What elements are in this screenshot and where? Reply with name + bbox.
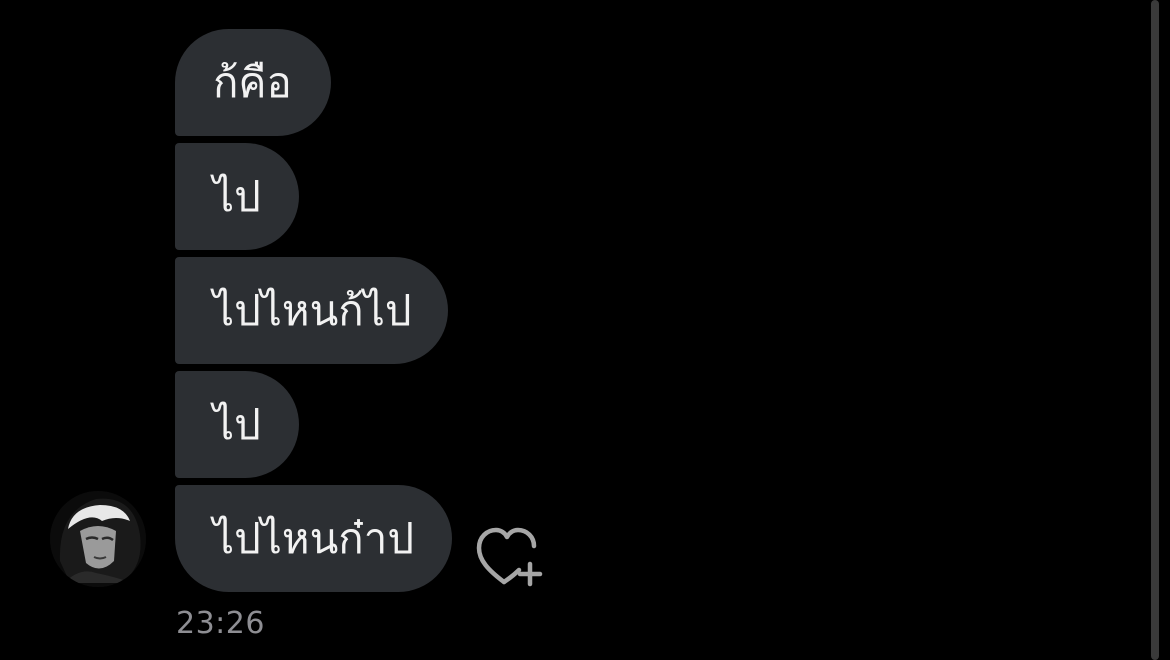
message-text: ไปไหนก้ไป	[213, 286, 412, 335]
message-text: ไป	[213, 400, 261, 449]
message-bubble[interactable]: ไปไหนก้ไป	[175, 257, 448, 364]
chat-screen: ก้คือ ไป ไปไหนก้ไป ไป ไปไหนก๋าป 23:26	[0, 0, 1170, 660]
message-bubble[interactable]: ก้คือ	[175, 29, 331, 136]
message-text: ไปไหนก๋าป	[213, 514, 414, 563]
message-bubble[interactable]: ไป	[175, 371, 299, 478]
message-bubble[interactable]: ไปไหนก๋าป	[175, 485, 452, 592]
avatar[interactable]	[50, 491, 146, 587]
avatar-image	[50, 491, 146, 587]
message-text: ก้คือ	[213, 58, 292, 107]
heart-plus-icon	[476, 527, 543, 587]
scrollbar[interactable]	[1151, 0, 1159, 660]
message-timestamp: 23:26	[176, 606, 265, 641]
message-text: ไป	[213, 172, 261, 221]
message-bubble[interactable]: ไป	[175, 143, 299, 250]
add-reaction-button[interactable]	[474, 524, 550, 588]
